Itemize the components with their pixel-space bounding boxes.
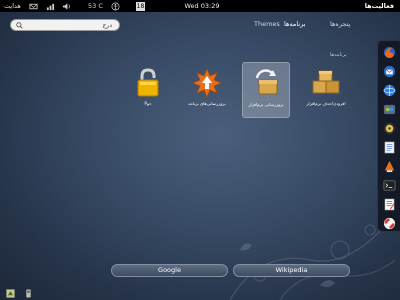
accessibility-icon[interactable] (111, 2, 120, 11)
google-search-button[interactable]: Google (111, 264, 228, 277)
network-icon[interactable] (46, 2, 55, 11)
usb-icon[interactable] (24, 289, 33, 298)
web-browser-icon[interactable] (383, 84, 396, 97)
package-manager-icon (312, 70, 340, 94)
tab-applications[interactable]: برنامه‌ها (284, 18, 306, 30)
volume-icon[interactable] (62, 2, 71, 11)
app-padlock[interactable]: Pحو (124, 62, 172, 118)
temperature-indicator[interactable]: 53 C (88, 0, 103, 12)
tab-themes[interactable]: Themes (254, 18, 280, 30)
search-icon (16, 22, 23, 29)
floral-wallpaper-decoration (229, 219, 396, 300)
mail-icon[interactable] (29, 2, 38, 11)
app-label: بروزرسانی‌ نرم‌افزار (248, 102, 284, 107)
help-icon[interactable] (383, 217, 396, 230)
app-label: بروزرسانی‌های برنامه (188, 101, 226, 106)
update-star-icon (191, 67, 223, 99)
app-update-manager[interactable]: بروزرسانی‌های برنامه (183, 62, 231, 118)
app-package-manager[interactable]: افزودن/حذف نرم‌افزار (302, 62, 350, 118)
software-update-icon (255, 69, 278, 95)
calendar-icon[interactable]: 18 (136, 1, 145, 11)
player-icon[interactable] (383, 160, 396, 173)
clock[interactable]: Wed 03:29 (177, 0, 227, 12)
app-label: افزودن/حذف نرم‌افزار (306, 101, 346, 106)
wikipedia-search-button[interactable]: Wikipedia (233, 264, 350, 277)
help-menu[interactable]: هدایت (4, 0, 21, 12)
padlock-icon (137, 68, 159, 97)
app-label: Pحو (144, 101, 152, 106)
activities-button[interactable]: فعالیت‌ها (365, 0, 394, 12)
top-panel: هدایت 53 C 18 Wed 03:29 فعالیت‌ها (0, 0, 400, 12)
text-editor-icon[interactable] (383, 198, 396, 211)
document-icon[interactable] (383, 141, 396, 154)
terminal-icon[interactable] (383, 179, 396, 192)
app-software-update[interactable]: بروزرسانی‌ نرم‌افزار (242, 62, 290, 118)
media-icon[interactable] (383, 122, 396, 135)
chat-icon[interactable] (383, 103, 396, 116)
search-input[interactable]: درج (10, 19, 120, 31)
section-label: برنامه‌ها (330, 52, 347, 58)
search-text: درج (102, 22, 112, 29)
notification-icon[interactable] (6, 289, 15, 298)
tab-windows[interactable]: پنجره‌ها (330, 18, 350, 30)
thunderbird-icon[interactable] (383, 65, 396, 78)
firefox-icon[interactable] (383, 46, 396, 59)
dash (377, 40, 400, 232)
